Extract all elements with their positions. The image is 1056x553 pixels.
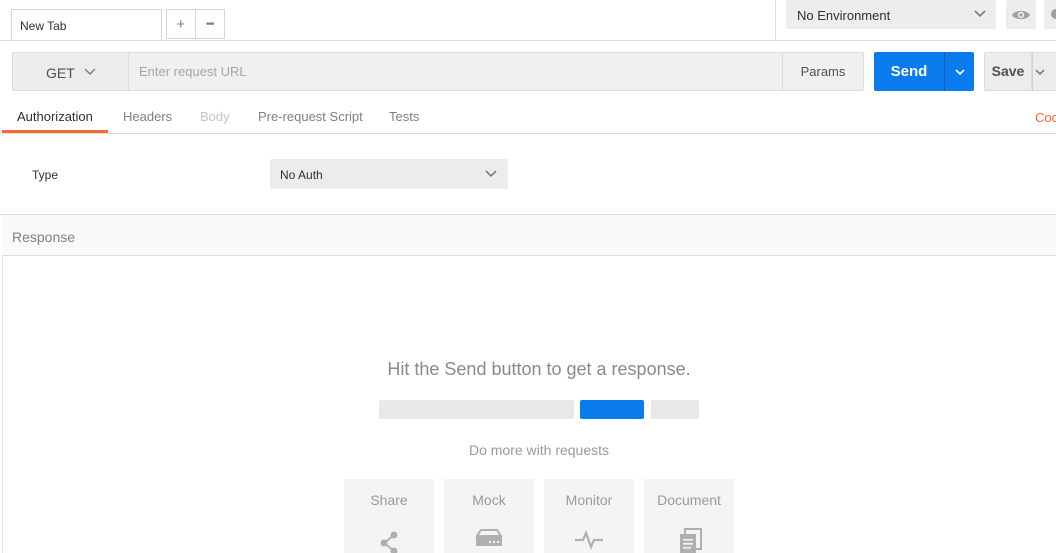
chevron-down-icon — [954, 68, 965, 75]
ellipsis-icon: ••• — [206, 18, 214, 30]
method-select[interactable]: GET — [12, 52, 129, 91]
chevron-down-icon — [1035, 68, 1045, 75]
postman-app: New Tab + ••• No Environment GET Enter r… — [0, 0, 1056, 553]
request-bar: GET Params Send Save — [0, 52, 1056, 91]
url-input[interactable] — [128, 52, 783, 91]
tab-tests[interactable]: Tests — [389, 109, 419, 124]
tab-body[interactable]: Body — [200, 109, 230, 124]
chevron-down-icon — [974, 10, 986, 18]
save-button[interactable]: Save — [984, 52, 1032, 91]
tab-label: New Tab — [20, 19, 67, 33]
feature-document[interactable]: Document — [644, 479, 734, 553]
more-tabs-button[interactable]: ••• — [196, 10, 224, 38]
auth-type-select[interactable]: No Auth — [270, 159, 508, 189]
response-body: Hit the Send button to get a response. D… — [2, 256, 1056, 553]
placeholder-bar-accent — [580, 400, 644, 419]
response-title: Response — [12, 229, 76, 245]
tab-actions: + ••• — [166, 9, 225, 39]
environment-select[interactable]: No Environment — [786, 0, 996, 29]
authorization-panel: Type No Auth — [0, 134, 1056, 215]
save-options-button[interactable] — [1032, 52, 1056, 91]
eye-icon — [1012, 10, 1030, 19]
placeholder-bar — [379, 400, 574, 419]
placeholder-bar — [651, 400, 699, 419]
feature-share[interactable]: Share — [344, 479, 434, 553]
request-subtabs: Authorization Headers Body Pre-request S… — [0, 100, 1056, 134]
params-button[interactable]: Params — [782, 52, 864, 91]
more-with-requests-title: Do more with requests — [468, 442, 610, 458]
feature-label: Share — [370, 492, 408, 508]
tab-headers[interactable]: Headers — [123, 109, 172, 124]
feature-label: Mock — [472, 492, 506, 508]
method-value: GET — [46, 65, 75, 81]
environment-value: No Environment — [797, 8, 891, 23]
tab-pre-request-script[interactable]: Pre-request Script — [258, 109, 363, 124]
auth-type-label: Type — [32, 168, 59, 182]
empty-response-hint: Hit the Send button to get a response. — [387, 359, 691, 379]
plus-icon: + — [176, 15, 186, 33]
feature-label: Monitor — [565, 492, 613, 508]
tab-bar: New Tab + ••• No Environment — [0, 0, 1056, 41]
manage-environments-button[interactable] — [1044, 0, 1056, 29]
share-icon — [380, 531, 398, 553]
server-icon — [475, 529, 503, 546]
send-options-button[interactable] — [944, 52, 974, 91]
send-button[interactable]: Send — [874, 52, 944, 91]
response-header: Response — [2, 215, 1056, 256]
tab-authorization[interactable]: Authorization — [17, 109, 93, 124]
divider — [775, 0, 776, 41]
add-tab-button[interactable]: + — [167, 10, 196, 38]
auth-type-value: No Auth — [280, 168, 323, 182]
code-link[interactable]: Cod — [1035, 110, 1056, 125]
feature-mock[interactable]: Mock — [444, 479, 534, 553]
document-icon — [680, 528, 702, 553]
active-tab-indicator — [2, 130, 108, 133]
environment-quick-look-button[interactable] — [1006, 0, 1036, 29]
feature-monitor[interactable]: Monitor — [544, 479, 634, 553]
tab-new-tab[interactable]: New Tab — [11, 9, 162, 40]
pulse-icon — [575, 529, 603, 551]
gear-icon — [1051, 9, 1056, 19]
chevron-down-icon — [84, 68, 96, 76]
feature-label: Document — [657, 492, 721, 508]
chevron-down-icon — [485, 170, 497, 178]
